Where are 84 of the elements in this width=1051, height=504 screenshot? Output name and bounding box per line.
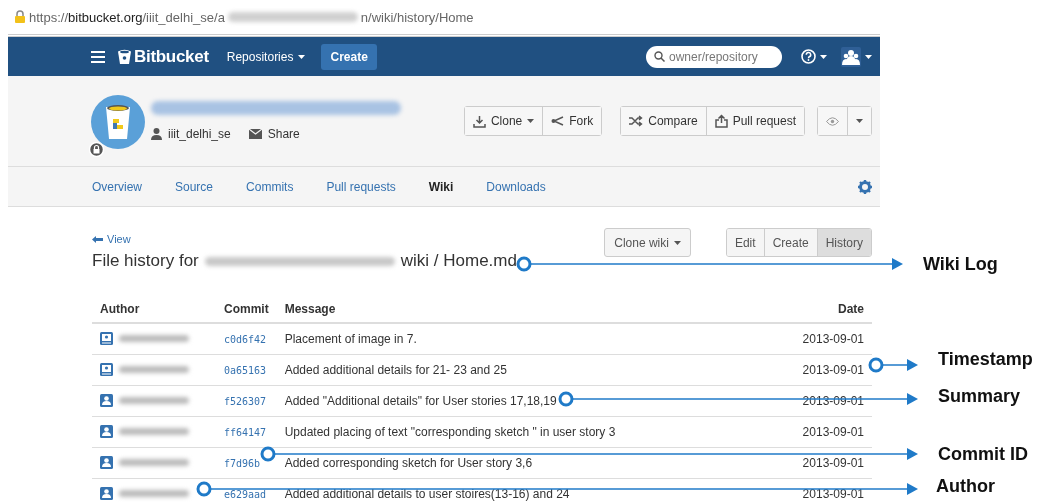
brand-name[interactable]: Bitbucket [134, 46, 209, 67]
commit-date: 2013-09-01 [802, 424, 864, 439]
bucket-logo-icon [118, 48, 131, 65]
commit-message: Added "Additional details" for User stories 17,18,19 [284, 393, 557, 408]
commit-link[interactable]: f7d96b [224, 457, 261, 469]
callout-label: Timestamp [938, 349, 1033, 370]
column-header: Message [276, 296, 764, 323]
commit-link[interactable]: 0a65163 [224, 364, 267, 376]
view-link[interactable]: View [107, 233, 131, 245]
settings-icon[interactable] [858, 179, 872, 194]
blurred-text [119, 335, 189, 343]
nav-tab[interactable]: Source [175, 179, 214, 194]
caret-icon [527, 119, 535, 123]
callout-marker [196, 481, 212, 497]
commit-message: Added corresponding sketch for User story 3,6 [284, 455, 533, 470]
page-title: File history for [92, 251, 199, 271]
page-title: wiki / Home.md [400, 251, 517, 271]
nav-tab[interactable]: Downloads [486, 179, 546, 194]
column-header: Author [92, 296, 216, 323]
nav-tab[interactable]: Wiki [428, 179, 454, 194]
person-icon [151, 128, 162, 140]
back-arrow-icon [92, 235, 103, 243]
commit-message: Updated placing of text "corresponding sketch " in user story 3 [284, 424, 616, 439]
dropdown-button[interactable] [847, 107, 871, 135]
caret-icon [820, 54, 827, 59]
caret-icon [865, 54, 872, 59]
fork-button[interactable]: Fork [542, 107, 602, 135]
repository-avatar [91, 95, 145, 149]
upload-icon [714, 114, 728, 128]
team-avatar-icon[interactable] [841, 46, 861, 67]
commit-link[interactable]: ff64147 [224, 426, 267, 438]
search-field[interactable]: owner/repository [646, 45, 782, 68]
share-link[interactable]: Share [267, 127, 300, 141]
callout-arrow [881, 359, 918, 371]
callout-label: Summary [938, 386, 1021, 407]
callout-marker [868, 357, 884, 373]
callout-label: Author [936, 476, 995, 497]
commit-message: Added additional details for 21- 23 and 25 [284, 362, 507, 377]
caret-icon [298, 54, 306, 59]
callout-label: Commit ID [938, 444, 1028, 465]
owner-link[interactable]: iiit_delhi_se [168, 127, 231, 141]
blurred-text [119, 428, 189, 435]
menu-icon[interactable] [91, 50, 105, 63]
commit-date: 2013-09-01 [802, 362, 864, 377]
create-button[interactable]: Create [321, 43, 377, 70]
blurred-text [119, 459, 189, 466]
commit-link[interactable]: e629aad [224, 488, 267, 500]
nav-tab[interactable]: Commits [246, 179, 294, 194]
search-icon [654, 51, 665, 62]
callout-label: Wiki Log [923, 254, 998, 275]
wiki-mode-button[interactable]: History [816, 229, 871, 256]
eye-icon [826, 116, 839, 126]
caret-icon [856, 119, 863, 123]
commit-date: 2013-09-01 [802, 331, 864, 346]
pull-request-button[interactable]: Pull request [705, 107, 804, 135]
commit-link[interactable]: c0d6f42 [224, 333, 267, 345]
mail-icon [248, 129, 262, 139]
callout-marker [516, 256, 532, 272]
help-icon[interactable] [801, 49, 816, 64]
commit-date: 2013-09-01 [802, 486, 864, 501]
commit-message: Placement of image in 7. [284, 331, 417, 346]
url-text[interactable]: n/wiki/history/Home [360, 9, 474, 25]
commit-message: Added additional details to user stoires(13-16) and 24 [284, 486, 570, 501]
column-header: Commit [216, 296, 277, 323]
blurred-text [119, 490, 189, 497]
fork-icon [551, 115, 565, 127]
wiki-mode-button[interactable]: Edit [726, 229, 764, 256]
commit-date: 2013-09-01 [802, 455, 864, 470]
callout-marker [558, 391, 574, 407]
wiki-mode-button[interactable]: Create [763, 229, 817, 256]
nav-tab[interactable]: Overview [92, 179, 142, 194]
caret-icon [673, 240, 681, 245]
download-icon [472, 114, 486, 128]
callout-marker [260, 446, 276, 462]
column-header: Date [763, 296, 872, 323]
warning-lock-icon [14, 10, 26, 24]
nav-tab[interactable]: Pull requests [326, 179, 396, 194]
blurred-text [119, 397, 189, 404]
url-text[interactable]: https://bitbucket.org/iiit_delhi_se/a [29, 9, 225, 25]
commit-link[interactable]: f526307 [224, 395, 267, 407]
repositories-menu[interactable]: Repositories [226, 49, 306, 64]
shuffle-icon [629, 115, 644, 127]
blurred-text [119, 366, 189, 373]
clone-wiki-button[interactable]: Clone wiki [604, 228, 691, 257]
